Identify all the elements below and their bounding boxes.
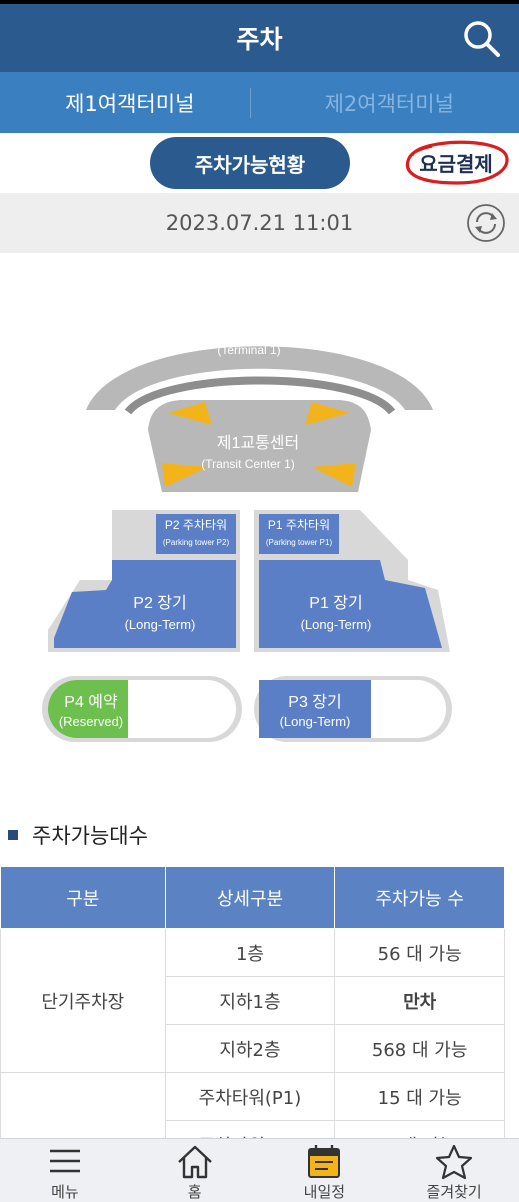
section-title: 주차가능대수 — [32, 820, 148, 850]
nav-schedule[interactable]: 내일정 — [260, 1139, 390, 1202]
p4-name: P4 예약 — [64, 693, 118, 711]
terminal-tabs: 제1여객터미널 제2여객터미널 — [0, 72, 519, 133]
nav-label: 즐겨찾기 — [427, 1181, 482, 1202]
nav-favorites[interactable]: 즐겨찾기 — [389, 1139, 519, 1202]
home-icon — [175, 1143, 215, 1181]
app-header: 주차 — [0, 4, 519, 72]
column-header: 상세구분 — [165, 867, 335, 929]
count-cell: 56 대 가능 — [335, 929, 505, 977]
tab-divider — [250, 88, 251, 118]
calendar-icon — [304, 1143, 344, 1181]
count-cell: 15 대 가능 — [335, 1073, 505, 1121]
detail-cell: 지하2층 — [165, 1025, 335, 1073]
fee-payment-link[interactable]: 요금결제 — [402, 137, 510, 187]
column-header: 주차가능 수 — [335, 867, 505, 929]
count-cell-full: 만차 — [335, 977, 505, 1025]
refresh-icon[interactable] — [466, 203, 506, 243]
bullet-square — [8, 830, 18, 840]
fee-payment-label: 요금결제 — [419, 148, 493, 177]
parking-map: 제1여객터미널 (Terminal 1) 제1교통센터 (Transit Cen… — [0, 260, 519, 780]
table-row: 주차타워(P1) 15 대 가능 — [1, 1073, 505, 1121]
nav-label: 홈 — [188, 1181, 202, 1202]
p4-sub: (Reserved) — [59, 714, 123, 729]
menu-icon — [45, 1143, 85, 1181]
bottom-nav: 메뉴 홈 내일정 즐겨찾기 — [0, 1138, 519, 1202]
page-title: 주차 — [236, 20, 282, 56]
update-datetime: 2023.07.21 11:01 — [166, 211, 353, 235]
column-header: 구분 — [1, 867, 166, 929]
nav-label: 내일정 — [304, 1181, 345, 1202]
detail-cell: 지하1층 — [165, 977, 335, 1025]
table-row: 단기주차장 1층 56 대 가능 — [1, 929, 505, 977]
p2-tower-sub: (Parking tower P2) — [163, 538, 230, 547]
availability-table: 구분 상세구분 주차가능 수 단기주차장 1층 56 대 가능 지하1층 만차 … — [0, 866, 505, 1169]
tab-terminal-1[interactable]: 제1여객터미널 — [0, 72, 260, 133]
p2-name: P2 장기 — [133, 594, 186, 612]
search-icon[interactable] — [461, 18, 501, 58]
p1-tower-sub: (Parking tower P1) — [266, 538, 333, 547]
transit-sub: (Transit Center 1) — [201, 457, 295, 471]
detail-cell: 1층 — [165, 929, 335, 977]
terminal-sub: (Terminal 1) — [217, 343, 280, 357]
group-cell: 단기주차장 — [1, 929, 166, 1073]
transit-name: 제1교통센터 — [217, 434, 300, 452]
p3-sub: (Long-Term) — [280, 714, 351, 729]
date-bar: 2023.07.21 11:01 — [0, 193, 519, 253]
parking-status-button[interactable]: 주차가능현황 — [150, 137, 350, 189]
p1-name: P1 장기 — [309, 594, 362, 612]
nav-menu[interactable]: 메뉴 — [0, 1139, 130, 1202]
terminal-name: 제1여객터미널 — [205, 320, 314, 340]
table-header-row: 구분 상세구분 주차가능 수 — [1, 867, 505, 929]
p2-sub: (Long-Term) — [125, 617, 196, 632]
detail-cell: 주차타워(P1) — [165, 1073, 335, 1121]
p3-name: P3 장기 — [288, 693, 341, 711]
tab-terminal-2[interactable]: 제2여객터미널 — [260, 72, 519, 133]
p1-tower-name: P1 주차타워 — [268, 518, 330, 532]
count-cell: 568 대 가능 — [335, 1025, 505, 1073]
p2-tower-name: P2 주차타워 — [165, 518, 227, 532]
nav-home[interactable]: 홈 — [130, 1139, 260, 1202]
p1-sub: (Long-Term) — [301, 617, 372, 632]
star-icon — [434, 1143, 474, 1181]
section-heading: 주차가능대수 — [8, 820, 148, 850]
nav-label: 메뉴 — [51, 1181, 79, 1202]
